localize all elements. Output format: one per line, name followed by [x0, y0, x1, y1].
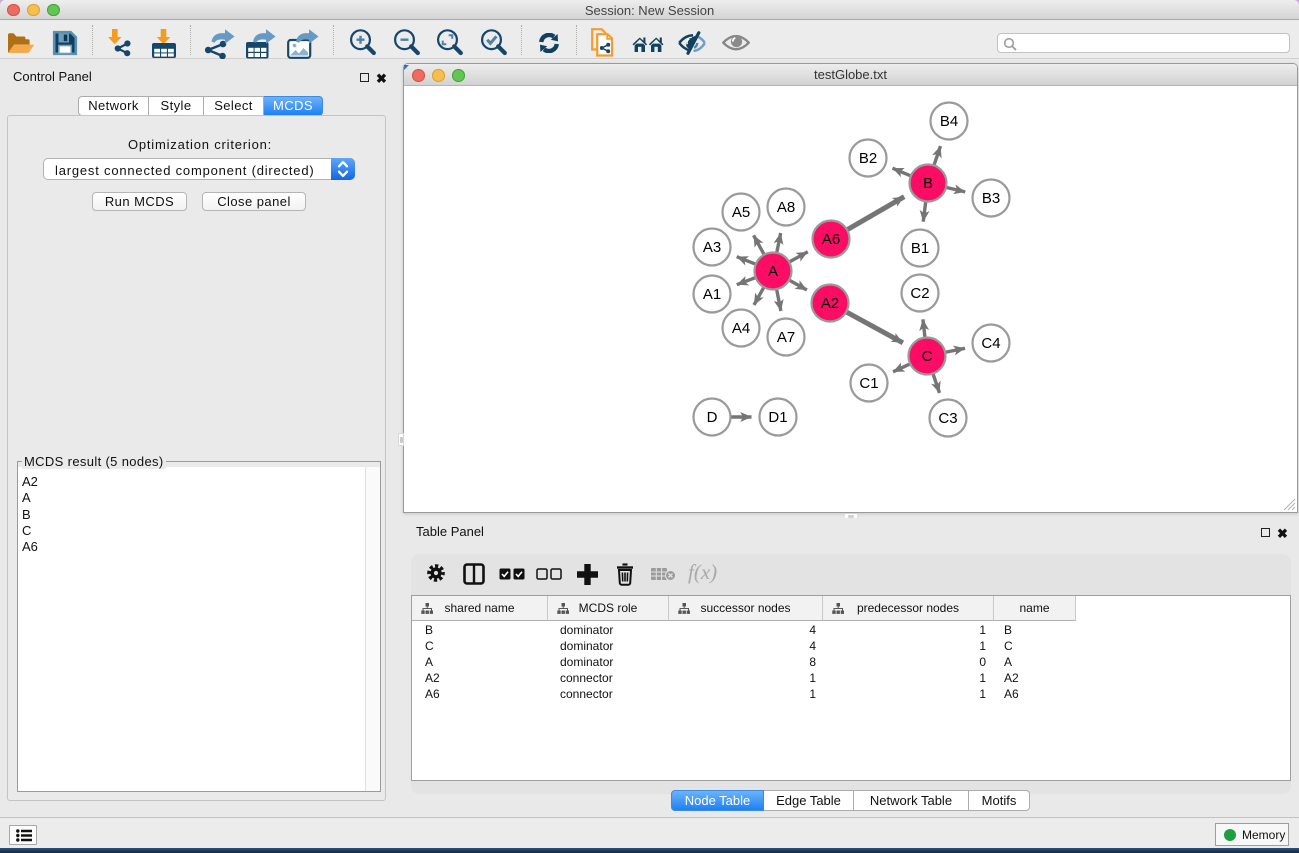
svg-text:A7: A7	[777, 329, 795, 346]
svg-text:B3: B3	[982, 190, 1000, 207]
svg-text:A4: A4	[732, 320, 750, 337]
svg-text:B: B	[923, 175, 933, 192]
svg-text:C3: C3	[938, 410, 957, 427]
svg-text:A5: A5	[732, 204, 750, 221]
svg-text:A1: A1	[703, 286, 721, 303]
svg-text:B2: B2	[859, 150, 877, 167]
svg-text:B1: B1	[911, 240, 929, 257]
svg-text:D1: D1	[768, 409, 787, 426]
svg-text:A: A	[768, 263, 778, 280]
svg-text:A3: A3	[703, 239, 721, 256]
svg-text:D: D	[707, 409, 718, 426]
svg-text:A8: A8	[777, 199, 795, 216]
svg-text:C1: C1	[859, 375, 878, 392]
svg-text:A6: A6	[822, 231, 840, 248]
svg-text:C: C	[922, 348, 933, 365]
svg-text:C4: C4	[981, 335, 1000, 352]
svg-text:C2: C2	[910, 285, 929, 302]
svg-text:A2: A2	[821, 295, 839, 312]
svg-text:B4: B4	[940, 113, 958, 130]
